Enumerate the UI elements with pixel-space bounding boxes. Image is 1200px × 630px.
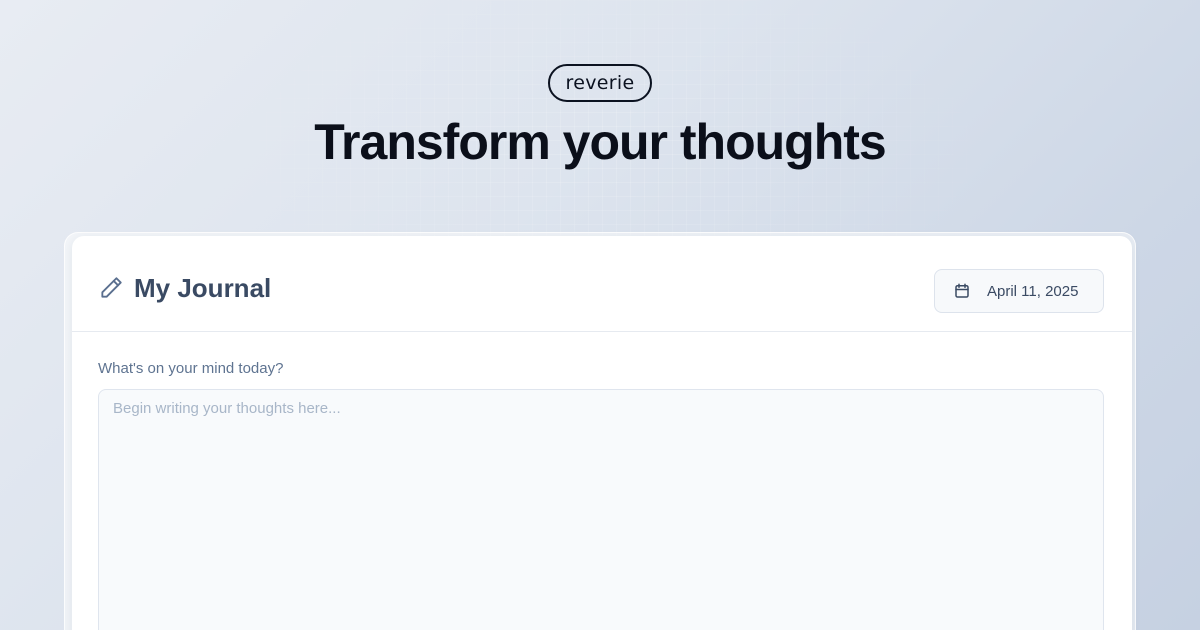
hero-section: reverie Transform your thoughts (0, 64, 1200, 170)
journal-entry-textarea[interactable] (98, 389, 1104, 630)
journal-card: My Journal April 11, 2025 What's on your… (72, 236, 1132, 630)
brand-logo: reverie (547, 64, 653, 102)
pencil-icon (98, 275, 124, 301)
hero-title: Transform your thoughts (314, 114, 886, 170)
calendar-icon (953, 282, 971, 300)
journal-title: My Journal (134, 273, 272, 303)
journal-header: My Journal April 11, 2025 (72, 236, 1132, 332)
entry-prompt-label: What's on your mind today? (98, 360, 284, 377)
date-picker-button[interactable]: April 11, 2025 (934, 269, 1104, 313)
date-label: April 11, 2025 (987, 282, 1079, 300)
journal-heading: My Journal (98, 272, 271, 304)
